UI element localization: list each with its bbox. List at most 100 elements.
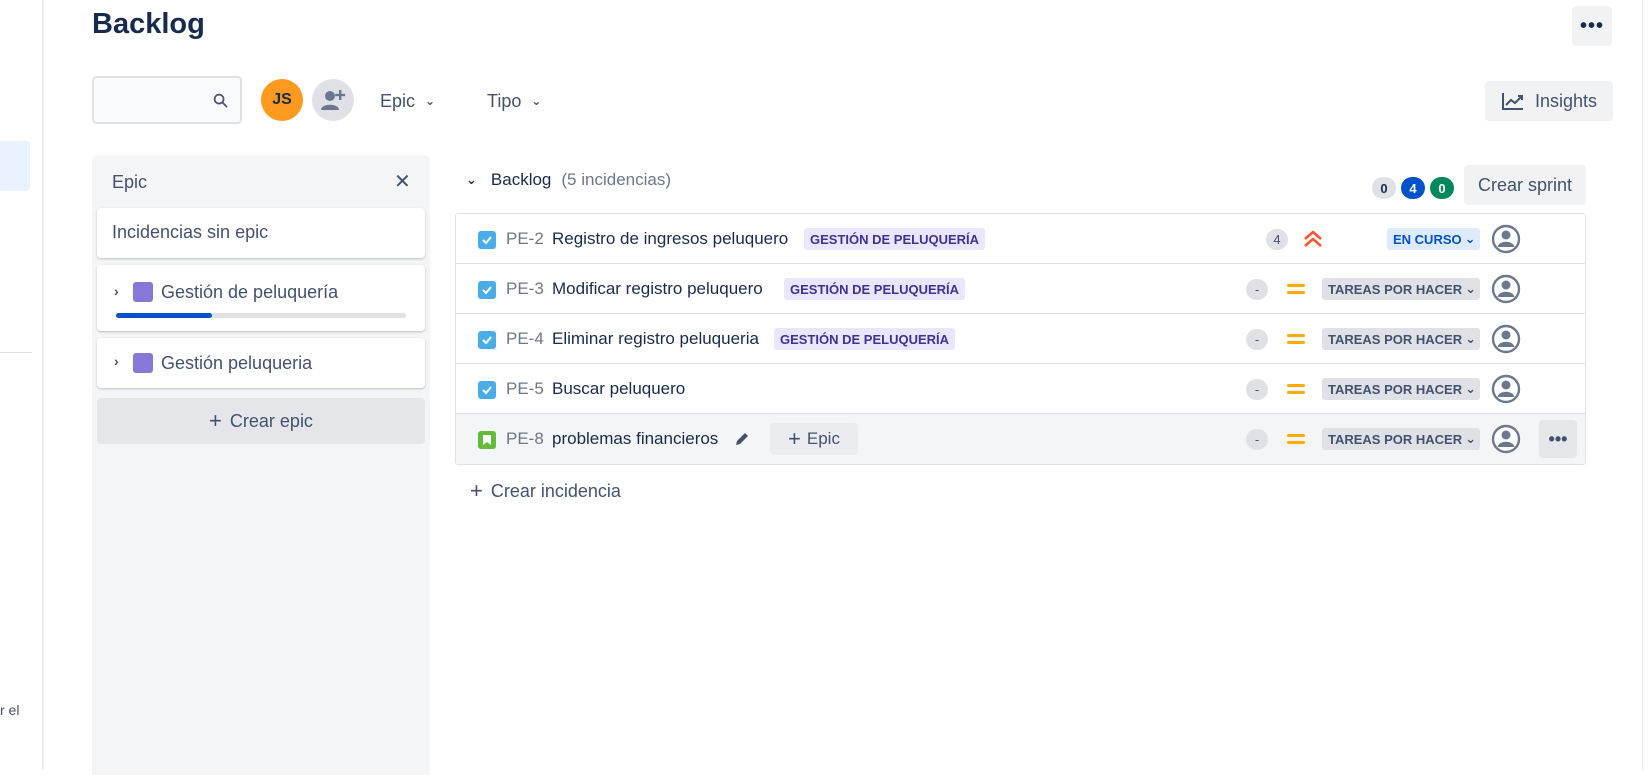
chevron-down-icon[interactable]: ⌄ <box>466 172 477 188</box>
epic-item[interactable]: › Gestión peluqueria <box>97 338 425 388</box>
issue-row[interactable]: PE-5 Buscar peluquero - TAREAS POR HACER… <box>456 364 1585 414</box>
issue-key[interactable]: PE-3 <box>506 279 544 299</box>
issue-title[interactable]: Modificar registro peluquero <box>552 279 763 299</box>
chevron-right-icon[interactable]: › <box>114 283 119 299</box>
epic-color-swatch <box>133 282 153 302</box>
insights-button[interactable]: Insights <box>1485 81 1613 121</box>
epic-panel-title: Epic <box>112 172 148 192</box>
epic-lozenge[interactable]: GESTIÓN DE PELUQUERÍA <box>784 278 966 300</box>
page-title: Backlog <box>92 8 205 40</box>
status-dropdown[interactable]: TAREAS POR HACER ⌄ <box>1322 378 1481 400</box>
sidebar-selected-item[interactable] <box>0 141 30 191</box>
no-epic-item[interactable]: Incidencias sin epic <box>97 208 425 258</box>
status-dropdown[interactable]: EN CURSO ⌄ <box>1387 228 1480 250</box>
plus-icon: + <box>209 408 222 433</box>
epic-label: Gestión peluqueria <box>161 353 313 373</box>
sidebar-fragment-text: r el <box>0 702 20 718</box>
issue-title[interactable]: problemas financieros <box>552 429 718 449</box>
chevron-down-icon: ⌄ <box>425 94 436 108</box>
estimate-badge[interactable]: - <box>1246 379 1268 400</box>
medium-priority-icon <box>1287 284 1305 294</box>
issue-row[interactable]: PE-8 problemas financieros + Epic - TARE… <box>456 414 1585 464</box>
status-label: TAREAS POR HACER <box>1328 331 1463 347</box>
epic-label: Gestión de peluquería <box>161 282 339 302</box>
issue-key[interactable]: PE-8 <box>506 429 544 449</box>
backlog-title: Backlog <box>490 170 552 189</box>
epic-progress-fill <box>116 313 212 318</box>
issue-row[interactable]: PE-2 Registro de ingresos peluquero GEST… <box>456 214 1585 264</box>
trend-chart-icon <box>1501 93 1523 110</box>
chevron-down-icon: ⌄ <box>1465 281 1477 296</box>
status-counts: 0 4 0 <box>1372 177 1454 199</box>
chevron-down-icon: ⌄ <box>1464 231 1476 246</box>
chevron-down-icon: ⌄ <box>531 94 542 108</box>
status-dropdown[interactable]: TAREAS POR HACER ⌄ <box>1322 428 1481 450</box>
story-icon <box>478 431 496 449</box>
status-dropdown[interactable]: TAREAS POR HACER ⌄ <box>1322 278 1481 300</box>
epic-lozenge[interactable]: GESTIÓN DE PELUQUERÍA <box>774 328 956 350</box>
epic-item[interactable]: › Gestión de peluquería <box>97 265 425 331</box>
plus-icon: + <box>470 478 483 503</box>
unassigned-avatar-icon[interactable] <box>1491 374 1521 404</box>
epic-filter-dropdown[interactable]: Epic ⌄ <box>380 84 435 118</box>
epic-panel: Epic ✕ Incidencias sin epic › Gestión de… <box>92 155 430 775</box>
epic-color-swatch <box>133 353 153 373</box>
create-issue-button[interactable]: + Crear incidencia <box>470 480 621 502</box>
status-label: TAREAS POR HACER <box>1328 281 1463 297</box>
page-more-button[interactable]: ••• <box>1572 6 1612 46</box>
estimate-badge[interactable]: - <box>1246 279 1268 300</box>
status-label: EN CURSO <box>1393 231 1462 247</box>
add-epic-button[interactable]: + Epic <box>770 423 858 455</box>
estimate-badge[interactable]: 4 <box>1266 229 1288 250</box>
in-progress-count-badge: 4 <box>1401 177 1425 199</box>
issue-key[interactable]: PE-2 <box>506 229 544 249</box>
issue-title[interactable]: Registro de ingresos peluquero <box>552 229 788 249</box>
add-people-button[interactable] <box>312 79 354 121</box>
task-checkbox-icon <box>478 331 496 349</box>
create-epic-button[interactable]: + Crear epic <box>97 398 425 444</box>
issue-title[interactable]: Eliminar registro peluqueria <box>552 329 759 349</box>
no-epic-label: Incidencias sin epic <box>112 222 269 242</box>
insights-label: Insights <box>1534 90 1598 111</box>
issue-row[interactable]: PE-4 Eliminar registro peluqueria GESTIÓ… <box>456 314 1585 364</box>
chevron-down-icon: ⌄ <box>1465 431 1477 446</box>
unassigned-avatar-icon[interactable] <box>1491 324 1521 354</box>
chevron-down-icon: ⌄ <box>1465 331 1477 346</box>
estimate-badge[interactable]: - <box>1246 429 1268 450</box>
sidebar-divider <box>0 352 32 353</box>
right-scroll-edge <box>1642 0 1648 770</box>
left-sidebar: r el <box>0 0 44 770</box>
create-sprint-button[interactable]: Crear sprint <box>1464 165 1586 205</box>
status-label: TAREAS POR HACER <box>1328 431 1463 447</box>
issue-key[interactable]: PE-5 <box>506 379 544 399</box>
chevron-down-icon: ⌄ <box>1465 381 1477 396</box>
edit-pencil-icon[interactable] <box>732 429 752 449</box>
search-icon[interactable] <box>213 93 228 108</box>
unassigned-avatar-icon[interactable] <box>1491 424 1521 454</box>
task-checkbox-icon <box>478 281 496 299</box>
chevron-right-icon[interactable]: › <box>114 353 119 369</box>
row-more-button[interactable]: ••• <box>1539 420 1577 458</box>
search-box <box>92 76 242 124</box>
search-input[interactable] <box>100 86 200 114</box>
type-filter-dropdown[interactable]: Tipo ⌄ <box>487 84 541 118</box>
type-filter-label: Tipo <box>487 90 522 111</box>
medium-priority-icon <box>1287 434 1305 444</box>
todo-count-badge: 0 <box>1372 177 1396 199</box>
issue-title[interactable]: Buscar peluquero <box>552 379 685 399</box>
estimate-badge[interactable]: - <box>1246 329 1268 350</box>
close-icon[interactable]: ✕ <box>394 169 411 194</box>
epic-filter-label: Epic <box>380 90 416 111</box>
create-issue-label: Crear incidencia <box>490 480 621 501</box>
unassigned-avatar-icon[interactable] <box>1491 274 1521 304</box>
epic-lozenge[interactable]: GESTIÓN DE PELUQUERÍA <box>804 228 986 250</box>
highest-priority-icon <box>1304 230 1322 247</box>
backlog-header[interactable]: ⌄ Backlog (5 incidencias) <box>466 170 671 190</box>
status-dropdown[interactable]: TAREAS POR HACER ⌄ <box>1322 328 1481 350</box>
issue-row[interactable]: PE-3 Modificar registro peluquero GESTIÓ… <box>456 264 1585 314</box>
issue-key[interactable]: PE-4 <box>506 329 544 349</box>
done-count-badge: 0 <box>1430 177 1454 199</box>
unassigned-avatar-icon[interactable] <box>1491 224 1521 254</box>
user-avatar[interactable]: JS <box>261 79 303 121</box>
add-epic-label: Epic <box>806 429 840 448</box>
